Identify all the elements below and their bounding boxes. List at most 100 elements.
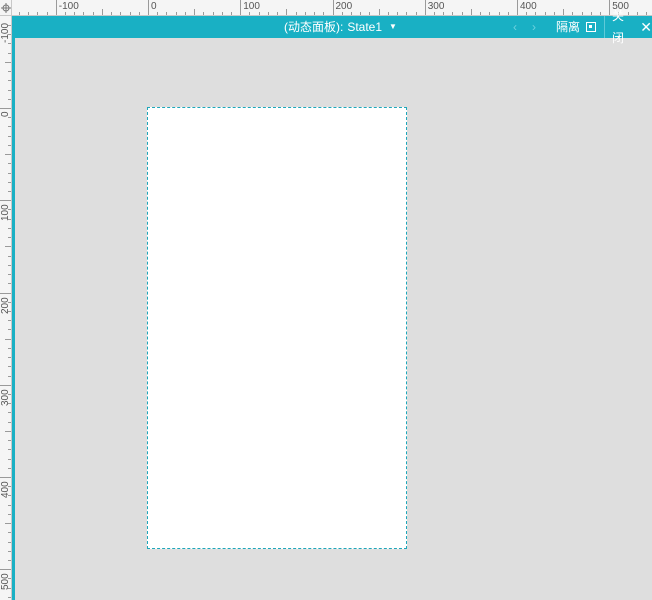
ruler-label: 500: [0, 573, 11, 591]
ruler-tick: [8, 541, 11, 543]
state-name: State1: [347, 20, 383, 34]
ruler-tick: [8, 181, 11, 183]
ruler-tick: [37, 12, 39, 15]
ruler-tick: [258, 12, 260, 15]
ruler-tick: [443, 12, 445, 15]
ruler-tick: [8, 366, 11, 368]
ruler-tick: [600, 12, 602, 15]
ruler-tick: [470, 9, 472, 15]
ruler-tick: [8, 163, 11, 165]
ruler-tick: [517, 0, 518, 15]
top-ruler[interactable]: -100 0 100 200 300 400 500: [0, 0, 652, 16]
ruler-tick: [563, 9, 565, 15]
ruler-tick: [240, 0, 242, 15]
close-icon: ✕: [640, 19, 652, 35]
ruler-label: 100: [243, 1, 260, 12]
ruler-label: -100: [58, 1, 79, 12]
ruler-tick: [184, 12, 186, 15]
ruler-tick: [8, 421, 11, 423]
ruler-tick: [8, 172, 11, 174]
ruler-tick: [8, 504, 11, 506]
ruler-tick: [277, 12, 279, 15]
ruler-tick: [572, 12, 574, 15]
ruler-tick: [111, 12, 113, 15]
ruler-label: 100: [0, 204, 11, 222]
ruler-label: 300: [0, 389, 11, 406]
ruler-tick: [175, 12, 177, 15]
ruler-tick: [295, 12, 297, 15]
ruler-tick: [8, 320, 11, 322]
dynamic-panel-header: (动态面板): State1 ▼ ‹ › 隔离 关闭 ✕: [12, 9, 652, 45]
ruler-tick: [8, 52, 11, 54]
ruler-tick: [544, 12, 546, 15]
ruler-tick: [8, 89, 11, 91]
ruler-tick: [138, 12, 140, 15]
ruler-tick: [8, 329, 11, 331]
ruler-tick: [0, 108, 11, 109]
ruler-tick: [0, 292, 11, 294]
panel-state-canvas[interactable]: [147, 107, 407, 549]
ruler-tick: [8, 126, 11, 128]
ruler-tick: [8, 513, 11, 515]
chevron-left-icon[interactable]: ‹: [513, 16, 517, 38]
ruler-tick: [8, 283, 11, 285]
ruler-label: 400: [0, 481, 11, 498]
ruler-tick: [406, 12, 408, 15]
ruler-tick: [8, 237, 11, 239]
chevron-right-icon[interactable]: ›: [532, 16, 536, 38]
ruler-tick: [397, 12, 399, 15]
ruler-tick: [157, 12, 159, 15]
ruler-label: 300: [427, 1, 445, 12]
ruler-tick: [461, 12, 463, 15]
ruler-tick: [8, 144, 11, 146]
ruler-label: 0: [151, 1, 157, 12]
ruler-tick: [8, 135, 11, 137]
ruler-tick: [8, 467, 11, 469]
ruler-label: -100: [0, 22, 11, 43]
ruler-tick: [489, 12, 491, 15]
ruler-tick: [304, 12, 306, 15]
ruler-tick: [120, 12, 122, 15]
ruler-tick: [8, 440, 11, 442]
ruler-tick: [5, 154, 11, 156]
ruler-tick: [0, 200, 11, 202]
ruler-label: 200: [0, 296, 11, 314]
ruler-tick: [8, 412, 11, 414]
ruler-tick: [424, 0, 426, 15]
ruler-tick: [8, 274, 11, 276]
panel-edge-accent: [12, 38, 15, 600]
ruler-tick: [8, 71, 11, 73]
ruler-tick: [8, 347, 11, 349]
ruler-tick: [323, 12, 325, 15]
ruler-tick: [74, 12, 76, 15]
ruler-tick: [433, 12, 435, 15]
ruler-tick: [0, 569, 11, 571]
state-selector[interactable]: (动态面板): State1 ▼: [284, 16, 397, 38]
ruler-tick: [18, 12, 20, 15]
left-ruler[interactable]: -100 0 100 200 300 400 500: [0, 16, 12, 600]
ruler-tick: [8, 227, 11, 229]
caret-down-icon: ▼: [389, 22, 397, 31]
ruler-tick: [8, 255, 11, 257]
isolate-button[interactable]: 隔离: [556, 16, 597, 38]
ruler-tick: [8, 458, 11, 460]
ruler-label: 400: [520, 1, 537, 12]
ruler-tick: [360, 12, 362, 15]
ruler-tick: [590, 12, 592, 15]
ruler-tick: [194, 9, 196, 15]
ruler-tick: [8, 375, 11, 377]
ruler-tick: [415, 12, 417, 15]
ruler-tick: [8, 80, 11, 82]
ruler-tick: [8, 43, 11, 45]
ruler-tick: [5, 430, 11, 432]
ruler-tick: [5, 523, 11, 525]
ruler-tick: [350, 12, 352, 15]
ruler-tick: [341, 12, 343, 15]
divider: [604, 16, 605, 38]
ruler-tick: [46, 12, 48, 15]
ruler-tick: [378, 9, 380, 15]
ruler-tick: [535, 12, 537, 15]
ruler-origin[interactable]: [0, 0, 12, 16]
close-button[interactable]: 关闭 ✕: [612, 9, 652, 45]
crosshair-icon: [0, 2, 11, 13]
